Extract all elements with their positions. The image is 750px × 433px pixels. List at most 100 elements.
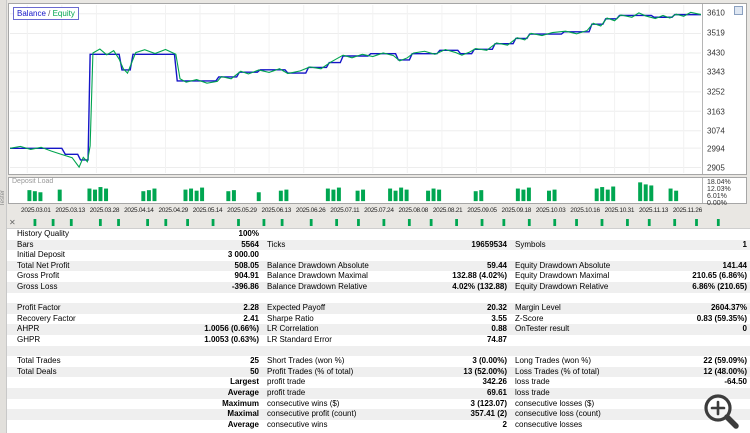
trade-tick [117, 219, 120, 226]
stat-label [15, 293, 189, 304]
table-row[interactable]: GHPR 1.0053 (0.63%) LR Standard Error 74.87 [7, 335, 750, 346]
stat-label: OnTester result [515, 324, 570, 334]
stat-label: Bars [17, 239, 34, 249]
date-label: 2025.04.14 [124, 207, 154, 214]
chart-legend: Balance / Equity [13, 7, 79, 20]
stat-label: Initial Deposit [17, 250, 66, 260]
table-row[interactable]: Largest profit trade 342.26 loss trade -64.5… [7, 377, 750, 388]
tester-side-tab-label[interactable]: Tester [0, 190, 6, 206]
date-label: 2025.10.31 [604, 207, 635, 214]
table-row[interactable]: Total Trades 25 Short Trades (won %) 3 (0.0… [7, 356, 750, 367]
trade-tick [527, 219, 531, 226]
deposit-bar [388, 188, 393, 202]
stat-label [15, 420, 189, 431]
y-axis-label: 3610 [707, 8, 725, 18]
trade-tick [382, 219, 386, 226]
date-label: 2025.07.24 [364, 207, 394, 214]
y-axis-label: 3430 [707, 48, 725, 58]
date-label: 2025.05.14 [192, 207, 223, 214]
stat-label: consecutive profit (count) [267, 409, 357, 419]
stat-value: 5564 [241, 239, 259, 249]
table-row[interactable]: Profit Factor 2.28 Expected Payoff 20.32 Mar… [7, 303, 750, 314]
deposit-load-scale: 18.04% 12.03% 6.01% 0.00% [702, 178, 746, 207]
trade-ticks-svg [33, 219, 720, 226]
table-row[interactable] [7, 345, 750, 357]
stat-label: loss trade [515, 387, 550, 397]
table-row[interactable]: Recovery Factor 2.41 Sharpe Ratio 3.55 Z-Sco… [7, 314, 750, 325]
date-label: 2025.06.13 [261, 207, 292, 214]
stat-value: 20.32 [486, 303, 507, 313]
stat-value: 141.44 [722, 260, 747, 270]
table-row[interactable]: Total Net Profit 508.05 Balance Drawdown A… [7, 260, 750, 272]
table-row[interactable]: Initial Deposit 3 000.00 [7, 250, 750, 261]
legend-equity-label: Equity [52, 9, 75, 18]
y-axis-label: 3343 [707, 67, 725, 77]
table-row[interactable]: Bars 5564 Ticks 19659534 Symbols 1 [7, 239, 750, 251]
equity-line [10, 12, 701, 167]
table-row[interactable]: Gross Profit 904.91 Balance Drawdown Maxim… [7, 271, 750, 282]
stat-label [15, 399, 189, 410]
stat-label: LR Correlation [267, 324, 319, 334]
stat-label: Ticks [267, 239, 286, 249]
table-row[interactable]: Average consecutive wins 2 consecutive loss… [7, 420, 750, 431]
table-row[interactable]: Maximum consecutive wins ($) 3 (123.07) con… [7, 399, 750, 410]
table-row[interactable]: History Quality 100% [7, 229, 750, 240]
stat-label: Equity Drawdown Maximal [515, 271, 610, 281]
stat-value: 19659534 [471, 239, 507, 249]
stat-value: 357.41 (2) [470, 409, 507, 419]
trade-tick [480, 219, 484, 226]
date-label: 2025.08.08 [398, 207, 429, 214]
stat-label: AHPR [17, 324, 40, 334]
deposit-bar [152, 188, 157, 202]
date-label: 2025.03.13 [55, 207, 85, 214]
deposit-bar [325, 188, 330, 202]
stat-label [509, 293, 673, 304]
deposit-bar [104, 188, 109, 202]
chart-plot-area[interactable] [10, 5, 701, 173]
deposit-bar [141, 191, 146, 202]
table-row[interactable] [7, 293, 750, 304]
trade-tick [695, 219, 698, 226]
deposit-bar [473, 191, 478, 202]
stat-label: Z-Score [515, 313, 544, 323]
deposit-scale-label: 12.03% [707, 186, 731, 193]
table-row[interactable]: Maximal consecutive profit (count) 357.41 … [7, 409, 750, 420]
stat-label: profit trade [267, 387, 306, 397]
y-axis-label: 3252 [707, 87, 725, 97]
trade-tick [51, 219, 55, 226]
trade-tick [335, 219, 339, 226]
stat-value: 12 (48.00%) [703, 366, 747, 376]
stat-value: 6.86% (210.65) [692, 281, 747, 291]
deposit-bar [649, 185, 654, 202]
stat-label: Profit Trades (% of total) [267, 366, 354, 376]
stat-value [673, 335, 749, 346]
table-row[interactable]: Average profit trade 69.61 loss trade [7, 387, 750, 399]
table-row[interactable]: AHPR 1.0056 (0.66%) LR Correlation 0.88 OnTe… [7, 324, 750, 335]
deposit-bar [278, 190, 283, 202]
trade-tick [309, 219, 313, 226]
deposit-load-chart[interactable]: Deposit Load 18.04% 12.03% 6.01% 0.00% [8, 177, 747, 207]
stat-value: 2.41 [243, 313, 259, 323]
stat-label: Gross Loss [17, 281, 58, 291]
balance-equity-chart[interactable]: Balance / Equity 3610 3519 3430 3343 3252 316… [8, 3, 747, 175]
zoom-in-icon[interactable] [702, 393, 742, 431]
deposit-bar [87, 188, 92, 202]
legend-balance-label: Balance [17, 9, 46, 18]
stat-label: Balance Drawdown Relative [267, 281, 368, 291]
stat-value: 0.88 [491, 324, 507, 334]
deposit-bar [546, 190, 551, 202]
date-label: 2025.11.13 [638, 207, 669, 214]
stat-value: 1.0056 (0.66%) [204, 324, 259, 334]
stat-label: Margin Level [515, 303, 561, 313]
trade-tick [673, 219, 677, 226]
magnifier-glyph [704, 394, 739, 429]
table-row[interactable]: Gross Loss -396.86 Balance Drawdown Relati… [7, 281, 750, 293]
legend-separator: / [45, 9, 53, 18]
deposit-bar [284, 189, 289, 202]
chart-window-button[interactable] [734, 6, 743, 15]
stat-label: consecutive loss (count) [515, 409, 601, 419]
table-row[interactable]: Total Deals 50 Profit Trades (% of total) 1… [7, 366, 750, 378]
stat-value: 0.83 (59.35%) [696, 313, 747, 323]
trade-tick [575, 219, 578, 226]
close-icon[interactable]: ✕ [9, 217, 16, 228]
